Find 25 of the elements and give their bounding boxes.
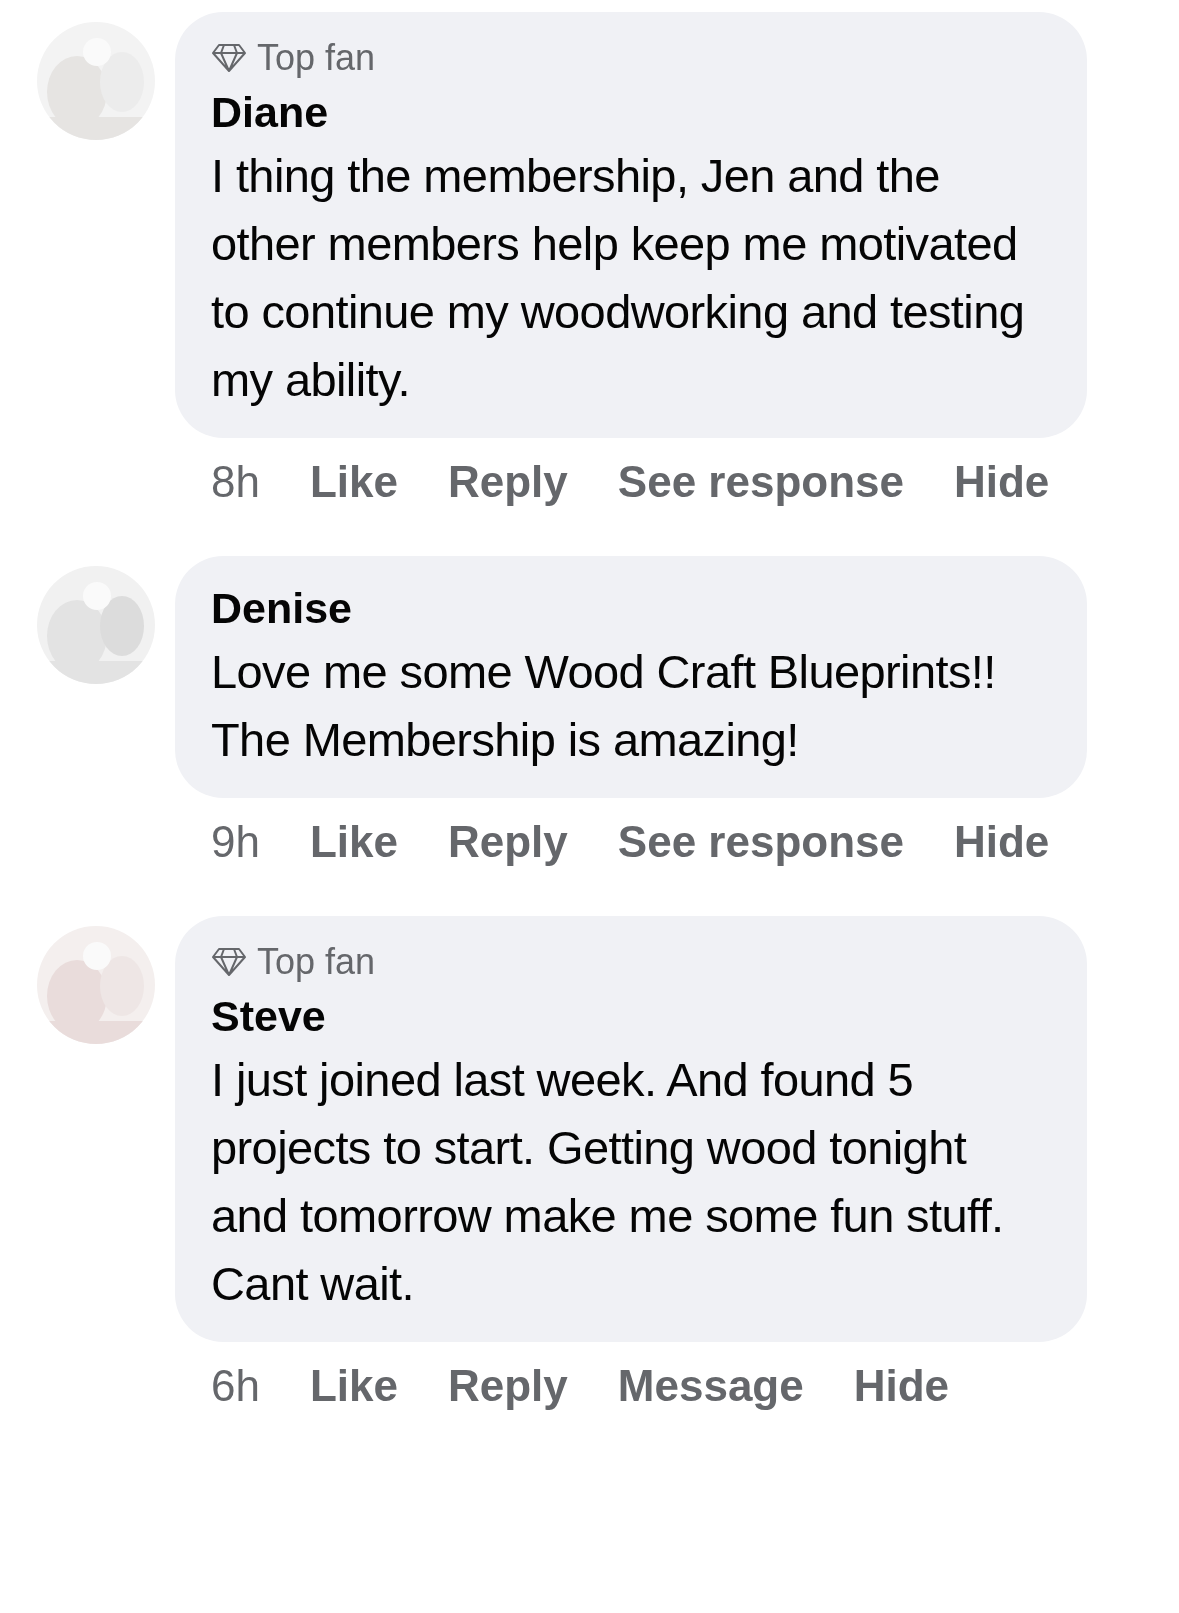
action-link[interactable]: Hide <box>954 812 1050 872</box>
diamond-icon <box>211 947 247 977</box>
timestamp: 9h <box>211 816 260 868</box>
author-name[interactable]: Denise <box>211 578 352 638</box>
comment-text: I just joined last week. And found 5 projects to start. Getting wood tonight and tomorrow make me some fun stuff. Cant wait. <box>211 1052 1005 1312</box>
comment-text: I thing the membership, Jen and the other members help keep me motivated to continue my woodworking and testing my ability. <box>211 148 1026 408</box>
action-link[interactable]: Reply <box>448 812 568 872</box>
action-link[interactable]: Message <box>617 1356 804 1416</box>
diamond-icon <box>211 43 247 73</box>
author-name[interactable]: Diane <box>211 82 329 142</box>
action-link[interactable]: Like <box>309 812 398 872</box>
author-name[interactable]: Steve <box>211 986 326 1046</box>
action-link[interactable]: See response <box>617 452 904 512</box>
action-link[interactable]: See response <box>617 812 904 872</box>
timestamp: 8h <box>211 456 260 508</box>
action-link[interactable]: Hide <box>954 452 1050 512</box>
action-link[interactable]: Like <box>309 452 398 512</box>
action-link[interactable]: Reply <box>448 1356 568 1416</box>
timestamp: 6h <box>211 1360 260 1412</box>
comment-text: Love me some Wood Craft Blueprints!! The Membership is amazing! <box>211 644 997 768</box>
action-link[interactable]: Like <box>309 1356 398 1416</box>
top-fan-label: Top fan <box>257 36 376 80</box>
action-link[interactable]: Hide <box>853 1356 950 1416</box>
top-fan-label: Top fan <box>257 940 376 984</box>
action-link[interactable]: Reply <box>448 452 568 512</box>
